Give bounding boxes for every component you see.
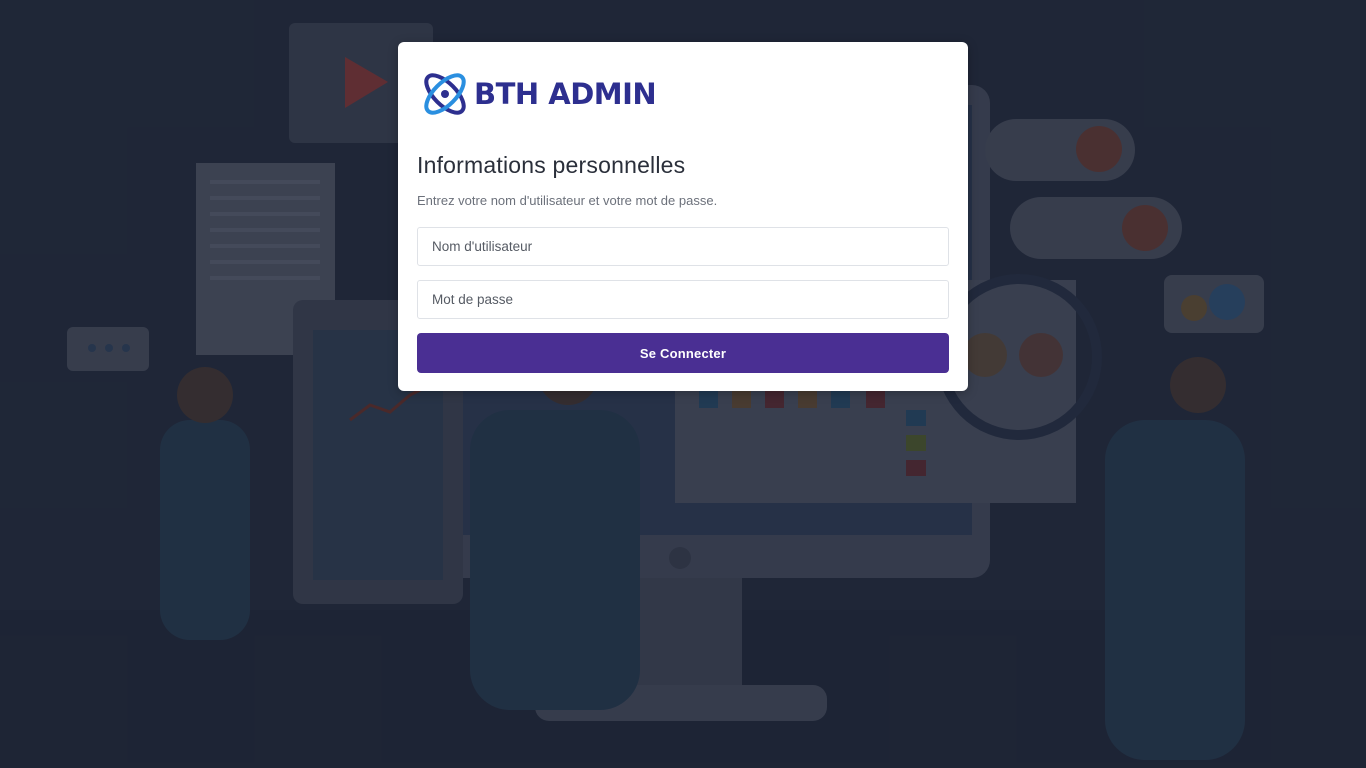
gear-bubble-graphic — [1164, 275, 1264, 333]
brand-name: BTH ADMIN — [474, 77, 657, 111]
brand-logo: BTH ADMIN — [418, 66, 657, 122]
chat-bubble-graphic — [67, 327, 149, 371]
orbit-logo-icon — [424, 73, 466, 115]
password-input[interactable] — [417, 280, 949, 319]
login-card: BTH ADMIN Informations personnelles Entr… — [398, 42, 968, 391]
username-input[interactable] — [417, 227, 949, 266]
login-button[interactable]: Se Connecter — [417, 333, 949, 373]
page-subtitle: Entrez votre nom d'utilisateur et votre … — [417, 193, 718, 208]
page-title: Informations personnelles — [417, 152, 686, 178]
